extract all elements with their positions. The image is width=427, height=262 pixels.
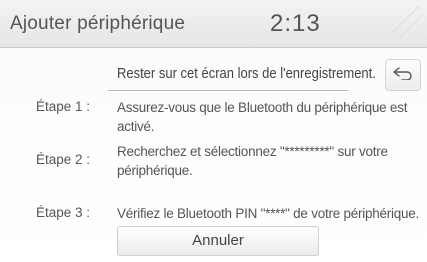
step-1-label: Étape 1 : [36, 99, 91, 114]
stay-on-screen-row: Rester sur cet écran lors de l'enregistr… [108, 55, 424, 93]
stay-on-screen-option[interactable]: Rester sur cet écran lors de l'enregistr… [108, 57, 376, 91]
add-device-screen: Ajouter périphérique 2:13 Rester sur cet… [0, 0, 427, 262]
step-2-label: Étape 2 : [36, 152, 91, 167]
header-bar: Ajouter périphérique 2:13 [0, 0, 427, 48]
step-1-text: Assurez-vous que le Bluetooth du périphé… [117, 100, 408, 134]
return-arrow-icon [392, 66, 414, 85]
step-3-text: Vérifiez le Bluetooth PIN "****" de votr… [117, 206, 420, 221]
screen-title: Ajouter périphérique [10, 13, 186, 34]
step-2-text: Recherchez et sélectionnez "*********" s… [117, 144, 388, 178]
clock: 2:13 [270, 10, 321, 37]
back-button[interactable] [385, 59, 421, 91]
decorative-corner [393, 6, 423, 38]
step-3-label: Étape 3 : [36, 205, 91, 220]
cancel-button[interactable]: Annuler [117, 226, 319, 256]
